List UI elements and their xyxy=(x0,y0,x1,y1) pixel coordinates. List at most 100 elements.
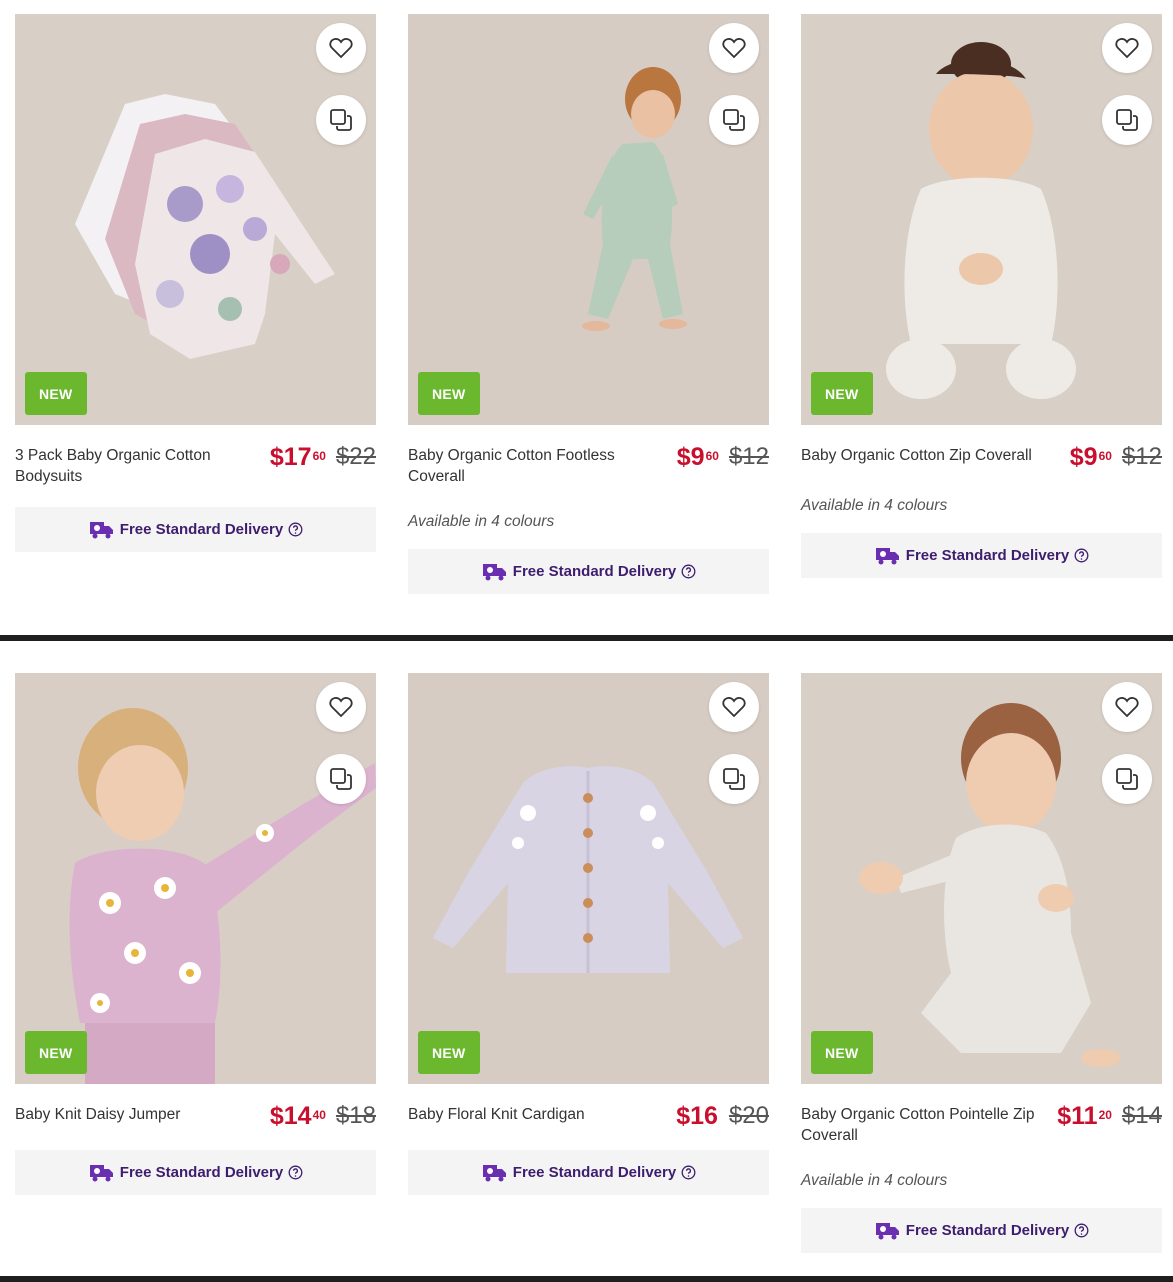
delivery-label: Free Standard Delivery xyxy=(119,521,284,538)
product-image[interactable]: NEW xyxy=(408,14,769,425)
price-block: $16 $20 xyxy=(676,1102,769,1130)
sale-price-dollars: $9 xyxy=(676,443,705,471)
free-delivery-banner[interactable]: Free Standard Delivery xyxy=(801,533,1162,578)
question-icon[interactable] xyxy=(681,1165,696,1180)
compare-icon xyxy=(1116,109,1138,131)
was-price: $12 xyxy=(1121,443,1162,470)
product-info: Baby Organic Cotton Zip Coverall $960 $1… xyxy=(801,443,1162,471)
product-card[interactable]: NEW Baby Organic Cotton Footless Coveral… xyxy=(408,14,769,594)
was-price: $18 xyxy=(335,1102,376,1129)
compare-icon xyxy=(330,109,352,131)
sale-price-dollars: $17 xyxy=(269,443,312,471)
question-icon[interactable] xyxy=(288,522,303,537)
heart-icon xyxy=(329,38,353,59)
product-title[interactable]: Baby Knit Daisy Jumper xyxy=(15,1104,250,1125)
compare-button[interactable] xyxy=(316,95,366,145)
compare-icon xyxy=(330,768,352,790)
question-icon[interactable] xyxy=(1074,548,1089,563)
truck-icon xyxy=(88,1163,114,1183)
product-title[interactable]: Baby Organic Cotton Footless Coverall xyxy=(408,445,643,487)
baby-sitting-white-coverall-image xyxy=(801,14,1162,425)
sale-price-dollars: $9 xyxy=(1069,443,1098,471)
sale-price: $1760 xyxy=(270,443,326,471)
compare-button[interactable] xyxy=(709,754,759,804)
new-badge: NEW xyxy=(25,372,87,415)
delivery-label: Free Standard Delivery xyxy=(905,1222,1070,1239)
product-row-2: NEW Baby Knit Daisy Jumper $1440 $18 Fre… xyxy=(0,641,1173,1276)
compare-button[interactable] xyxy=(1102,754,1152,804)
delivery-label: Free Standard Delivery xyxy=(119,1164,284,1181)
sale-price-dollars: $11 xyxy=(1057,1102,1098,1130)
wishlist-button[interactable] xyxy=(1102,682,1152,732)
free-delivery-banner[interactable]: Free Standard Delivery xyxy=(408,549,769,594)
was-price: $20 xyxy=(728,1102,769,1129)
question-icon[interactable] xyxy=(681,564,696,579)
product-card[interactable]: NEW Baby Organic Cotton Zip Coverall $96… xyxy=(801,14,1162,578)
wishlist-button[interactable] xyxy=(709,23,759,73)
free-delivery-banner[interactable]: Free Standard Delivery xyxy=(15,1150,376,1195)
wishlist-button[interactable] xyxy=(316,682,366,732)
new-badge: NEW xyxy=(811,1031,873,1074)
sale-price-cents: 20 xyxy=(1098,1108,1112,1122)
was-price: $12 xyxy=(728,443,769,470)
product-image[interactable]: NEW xyxy=(801,14,1162,425)
product-title[interactable]: Baby Organic Cotton Pointelle Zip Covera… xyxy=(801,1104,1036,1146)
question-icon[interactable] xyxy=(1074,1223,1089,1238)
question-icon[interactable] xyxy=(288,1165,303,1180)
new-badge: NEW xyxy=(418,1031,480,1074)
baby-crawling-pointelle-coverall-image xyxy=(801,673,1162,1084)
compare-button[interactable] xyxy=(1102,95,1152,145)
delivery-label: Free Standard Delivery xyxy=(905,547,1070,564)
product-title[interactable]: 3 Pack Baby Organic Cotton Bodysuits xyxy=(15,445,250,487)
price-block: $960 $12 xyxy=(1070,443,1162,471)
delivery-label: Free Standard Delivery xyxy=(512,563,677,580)
colour-availability: Available in 4 colours xyxy=(801,497,948,514)
compare-icon xyxy=(723,768,745,790)
free-delivery-banner[interactable]: Free Standard Delivery xyxy=(15,507,376,552)
product-image[interactable]: NEW xyxy=(801,673,1162,1084)
wishlist-button[interactable] xyxy=(709,682,759,732)
compare-button[interactable] xyxy=(709,95,759,145)
product-info: Baby Organic Cotton Pointelle Zip Covera… xyxy=(801,1102,1162,1146)
product-info: Baby Floral Knit Cardigan $16 $20 xyxy=(408,1102,769,1130)
heart-icon xyxy=(722,38,746,59)
bodysuits-image xyxy=(15,14,376,425)
sale-price: $960 xyxy=(1070,443,1112,471)
product-image[interactable]: NEW xyxy=(408,673,769,1084)
truck-icon xyxy=(874,1221,900,1241)
sale-price-cents: 60 xyxy=(312,449,326,463)
new-badge: NEW xyxy=(418,372,480,415)
product-title[interactable]: Baby Floral Knit Cardigan xyxy=(408,1104,643,1125)
sale-price-dollars: $16 xyxy=(676,1102,718,1130)
section-divider xyxy=(0,1276,1173,1282)
new-badge: NEW xyxy=(25,1031,87,1074)
wishlist-button[interactable] xyxy=(316,23,366,73)
sale-price: $16 xyxy=(676,1102,719,1130)
wishlist-button[interactable] xyxy=(1102,23,1152,73)
product-info: Baby Knit Daisy Jumper $1440 $18 xyxy=(15,1102,376,1130)
compare-button[interactable] xyxy=(316,754,366,804)
product-card[interactable]: NEW Baby Floral Knit Cardigan $16 $20 Fr… xyxy=(408,673,769,1195)
compare-icon xyxy=(1116,768,1138,790)
heart-icon xyxy=(329,697,353,718)
sale-price-dollars: $14 xyxy=(269,1102,312,1130)
product-info: Baby Organic Cotton Footless Coverall $9… xyxy=(408,443,769,487)
toddler-daisy-jumper-image xyxy=(15,673,376,1084)
delivery-label: Free Standard Delivery xyxy=(512,1164,677,1181)
product-title[interactable]: Baby Organic Cotton Zip Coverall xyxy=(801,445,1036,466)
product-image[interactable]: NEW xyxy=(15,14,376,425)
heart-icon xyxy=(1115,38,1139,59)
product-row-1: NEW 3 Pack Baby Organic Cotton Bodysuits… xyxy=(0,0,1173,636)
was-price: $14 xyxy=(1121,1102,1162,1129)
product-image[interactable]: NEW xyxy=(15,673,376,1084)
product-card[interactable]: NEW Baby Organic Cotton Pointelle Zip Co… xyxy=(801,673,1162,1253)
price-block: $1760 $22 xyxy=(270,443,376,471)
truck-icon xyxy=(481,562,507,582)
product-card[interactable]: NEW Baby Knit Daisy Jumper $1440 $18 Fre… xyxy=(15,673,376,1195)
free-delivery-banner[interactable]: Free Standard Delivery xyxy=(801,1208,1162,1253)
product-card[interactable]: NEW 3 Pack Baby Organic Cotton Bodysuits… xyxy=(15,14,376,552)
free-delivery-banner[interactable]: Free Standard Delivery xyxy=(408,1150,769,1195)
sale-price-cents: 60 xyxy=(1098,449,1112,463)
sale-price: $1440 xyxy=(270,1102,326,1130)
was-price: $22 xyxy=(335,443,376,470)
